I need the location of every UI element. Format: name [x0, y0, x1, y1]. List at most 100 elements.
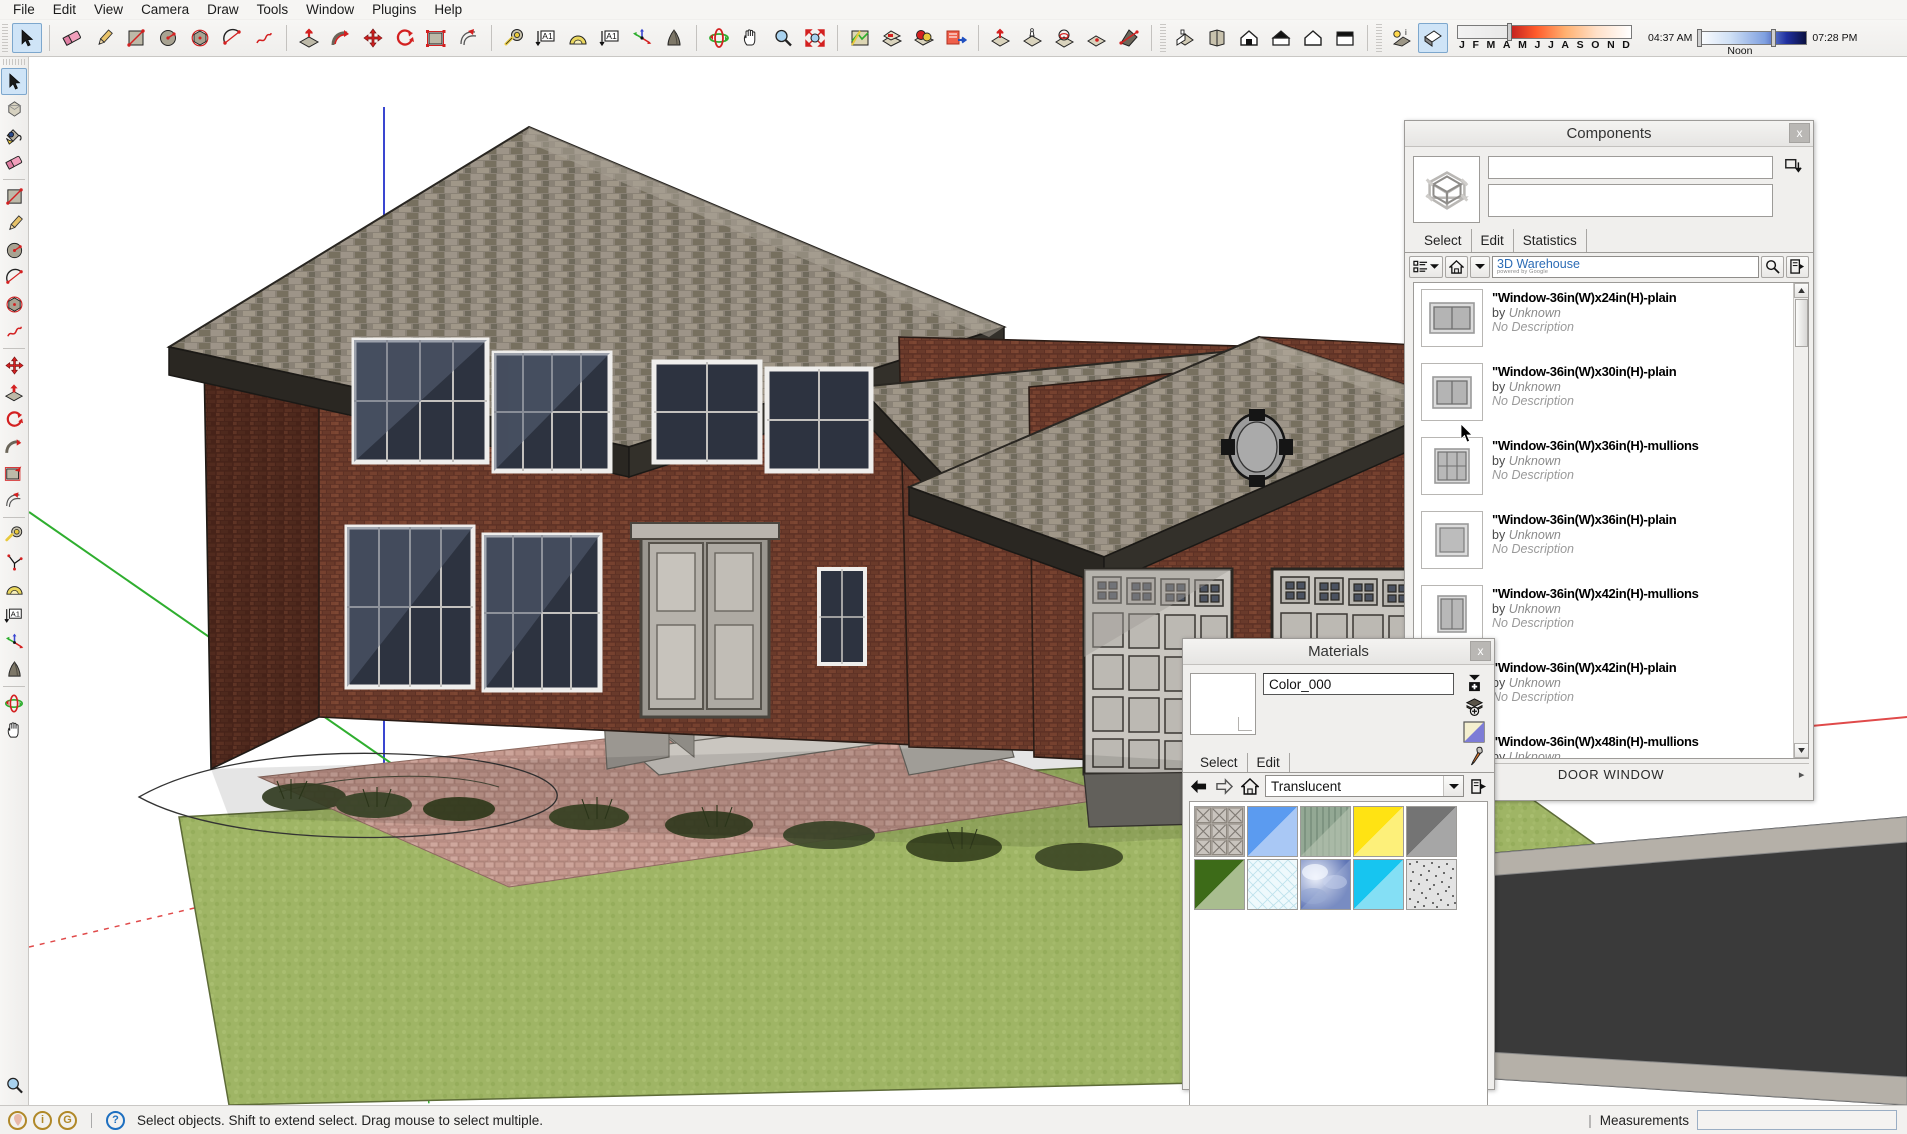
menu-tools[interactable]: Tools — [248, 0, 298, 19]
look-around-button[interactable] — [1050, 23, 1080, 53]
footer-right-arrow-icon[interactable]: ▸ — [1799, 768, 1805, 781]
scrollbar-thumb[interactable] — [1795, 299, 1808, 347]
pan-tool-button[interactable] — [736, 23, 766, 53]
menu-file[interactable]: File — [4, 0, 44, 19]
add-location-button[interactable] — [845, 23, 875, 53]
left-scale-tool[interactable] — [1, 460, 27, 487]
back-button[interactable] — [1187, 776, 1209, 796]
protractor-tool-button[interactable] — [563, 23, 593, 53]
geo-location-indicator[interactable] — [8, 1110, 27, 1130]
select-tool-button[interactable] — [12, 23, 42, 53]
material-swatch-translucent-glass-corrugated[interactable] — [1300, 806, 1351, 857]
component-name-field[interactable] — [1488, 156, 1773, 179]
tab-edit[interactable]: Edit — [1248, 753, 1290, 772]
dimension-tool-button[interactable]: A1 — [531, 23, 561, 53]
right-view-button[interactable] — [1266, 23, 1296, 53]
time-slider-handle-start[interactable] — [1697, 29, 1703, 47]
material-category-select[interactable]: Translucent — [1265, 775, 1464, 797]
iso-view-button[interactable] — [1170, 23, 1200, 53]
menu-plugins[interactable]: Plugins — [363, 0, 425, 19]
walk-tool-button[interactable] — [1018, 23, 1048, 53]
rectangle-tool-button[interactable] — [121, 23, 151, 53]
warehouse-search-input[interactable]: 3D Warehouse powered by Google — [1492, 255, 1759, 278]
zoom-tool-button[interactable] — [768, 23, 798, 53]
create-material-button[interactable] — [1463, 673, 1485, 693]
move-tool-button[interactable] — [358, 23, 388, 53]
google-indicator[interactable]: G — [58, 1110, 77, 1130]
help-indicator[interactable]: ? — [106, 1110, 125, 1130]
text-tool-button[interactable]: A1 — [595, 23, 625, 53]
tab-edit[interactable]: Edit — [1472, 229, 1514, 252]
view-options-button[interactable] — [1409, 255, 1443, 278]
left-eraser-tool[interactable] — [1, 149, 27, 176]
material-swatch-translucent-glass-gray[interactable] — [1406, 806, 1457, 857]
time-slider-handle-end[interactable] — [1771, 29, 1777, 47]
time-slider[interactable]: 04:37 AM Noon 07:28 PM — [1648, 29, 1857, 57]
orbit-tool-button[interactable] — [704, 23, 734, 53]
menu-help[interactable]: Help — [425, 0, 471, 19]
left-pan-tool[interactable] — [1, 717, 27, 744]
tape-measure-tool-button[interactable] — [499, 23, 529, 53]
scale-tool-button[interactable] — [422, 23, 452, 53]
tab-select[interactable]: Select — [1191, 753, 1248, 772]
left-text-tool[interactable]: A1 — [1, 602, 27, 629]
left-circle-tool[interactable] — [1, 237, 27, 264]
material-swatch-translucent-glass-sky[interactable] — [1300, 859, 1351, 910]
material-swatch-translucent-glass-yellow[interactable] — [1353, 806, 1404, 857]
details-menu-button[interactable] — [1468, 776, 1490, 796]
left-protractor-tool[interactable] — [1, 575, 27, 602]
left-move-tool[interactable] — [1, 352, 27, 379]
section-display-button[interactable] — [1114, 23, 1144, 53]
arc-tool-button[interactable] — [217, 23, 247, 53]
list-item[interactable]: "Window-36in(W)x24in(H)-plain by Unknown… — [1414, 283, 1808, 357]
show-shadows-button[interactable] — [1418, 23, 1448, 53]
components-panel-titlebar[interactable]: Components x — [1405, 121, 1813, 147]
materials-swatch-area[interactable] — [1189, 801, 1488, 1118]
axes-tool-button[interactable] — [627, 23, 657, 53]
materials-panel-titlebar[interactable]: Materials x — [1183, 639, 1494, 665]
circle-tool-button[interactable] — [153, 23, 183, 53]
list-item[interactable]: "Window-36in(W)x36in(H)-plain by Unknown… — [1414, 505, 1808, 579]
left-offset-tool[interactable] — [1, 487, 27, 514]
followme-tool-button[interactable] — [326, 23, 356, 53]
menu-edit[interactable]: Edit — [44, 0, 85, 19]
position-camera-button[interactable] — [986, 23, 1016, 53]
component-options-button[interactable] — [1782, 156, 1804, 176]
left-tape-measure-tool[interactable] — [1, 521, 27, 548]
forward-button[interactable] — [1213, 776, 1235, 796]
month-slider[interactable]: JFMAMJ JASOND — [1457, 23, 1632, 51]
back-view-button[interactable] — [1298, 23, 1328, 53]
home-collection-button[interactable] — [1239, 776, 1261, 796]
eraser-tool-button[interactable] — [57, 23, 87, 53]
left-3d-text-tool[interactable] — [1, 656, 27, 683]
material-swatch-translucent-glass-green[interactable] — [1194, 859, 1245, 910]
measurements-input[interactable] — [1697, 1110, 1897, 1130]
left-rotate-tool[interactable] — [1, 406, 27, 433]
credits-indicator[interactable]: i — [33, 1110, 52, 1130]
left-freehand-tool[interactable] — [1, 318, 27, 345]
pushpull-tool-button[interactable] — [294, 23, 324, 53]
tab-statistics[interactable]: Statistics — [1514, 229, 1587, 252]
material-swatch-translucent-glass-textured[interactable] — [1406, 859, 1457, 910]
left-zoom-tool[interactable] — [1, 1072, 27, 1099]
photo-textures-button[interactable] — [909, 23, 939, 53]
details-menu-button[interactable] — [1786, 255, 1809, 278]
left-axes-tool[interactable] — [1, 548, 27, 575]
freehand-tool-button[interactable] — [249, 23, 279, 53]
left-pushpull-tool[interactable] — [1, 379, 27, 406]
left-orbit-tool[interactable] — [1, 690, 27, 717]
front-view-button[interactable] — [1234, 23, 1264, 53]
scroll-down-button[interactable] — [1794, 743, 1808, 758]
menu-camera[interactable]: Camera — [132, 0, 198, 19]
month-slider-handle[interactable] — [1507, 23, 1512, 41]
top-view-button[interactable] — [1202, 23, 1232, 53]
home-collection-button[interactable] — [1445, 255, 1468, 278]
polygon-tool-button[interactable] — [185, 23, 215, 53]
left-arc-tool[interactable] — [1, 264, 27, 291]
views-toolbar-grip[interactable] — [1160, 24, 1166, 52]
left-followme-tool[interactable] — [1, 433, 27, 460]
display-secondary-selection-button[interactable] — [1463, 719, 1485, 745]
zoom-extents-tool-button[interactable] — [800, 23, 830, 53]
materials-close-button[interactable]: x — [1470, 641, 1491, 661]
component-description-field[interactable] — [1488, 184, 1773, 217]
